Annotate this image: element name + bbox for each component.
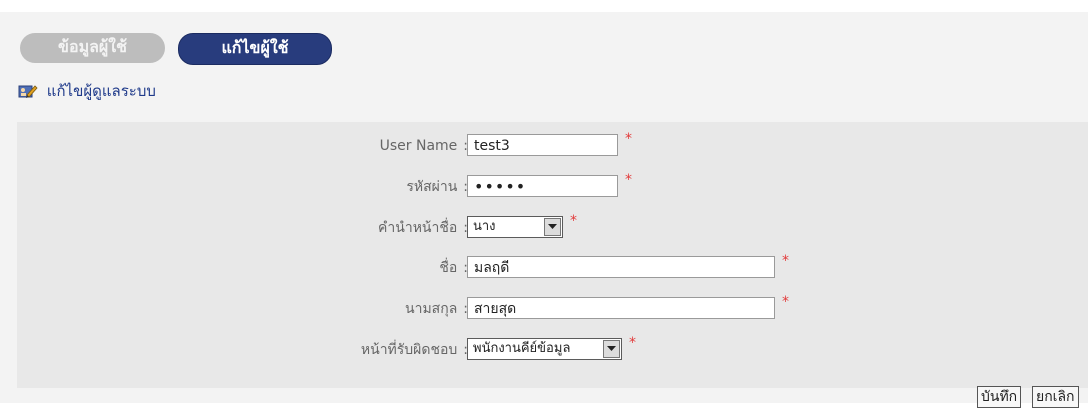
role-label: หน้าที่รับผิดชอบ:	[360, 342, 468, 358]
section-title-text: แก้ไขผู้ดูแลระบบ	[46, 82, 156, 100]
first-name-input[interactable]: มลฤดี	[467, 256, 775, 278]
prefix-select-value: นาง	[473, 219, 496, 234]
last-name-input[interactable]: สายสุด	[467, 297, 775, 319]
main-panel: ข้อมูลผู้ใช้ แก้ไขผู้ใช้ แก้ไขผู้ดูแลระบ…	[0, 12, 1088, 403]
last-name-label: นามสกุล:	[405, 301, 468, 317]
row-last-name: นามสกุล: สายสุด *	[17, 294, 1088, 321]
required-mark: *	[625, 172, 632, 188]
edit-user-form: User Name: test3 * รหัสผ่าน: ••••• * คำน…	[17, 122, 1088, 388]
section-title: แก้ไขผู้ดูแลระบบ	[18, 81, 156, 101]
row-username: User Name: test3 *	[17, 131, 1088, 158]
first-name-label: ชื่อ:	[439, 260, 468, 276]
username-input[interactable]: test3	[467, 134, 618, 156]
row-first-name: ชื่อ: มลฤดี *	[17, 253, 1088, 280]
row-prefix: คำนำหน้าชื่อ: นาง *	[17, 213, 1088, 240]
tab-edit-user[interactable]: แก้ไขผู้ใช้	[178, 33, 332, 65]
chevron-down-icon[interactable]	[603, 340, 620, 358]
tab-user-info[interactable]: ข้อมูลผู้ใช้	[20, 33, 165, 63]
required-mark: *	[782, 253, 789, 269]
required-mark: *	[629, 335, 636, 351]
row-password: รหัสผ่าน: ••••• *	[17, 172, 1088, 199]
chevron-down-icon[interactable]	[544, 218, 561, 236]
prefix-select[interactable]: นาง	[467, 216, 563, 238]
save-button[interactable]: บันทึก	[977, 386, 1022, 408]
required-mark: *	[782, 294, 789, 310]
required-mark: *	[570, 213, 577, 229]
password-input[interactable]: •••••	[467, 175, 618, 197]
row-role: หน้าที่รับผิดชอบ: พนักงานคีย์ข้อมูล *	[17, 335, 1088, 362]
password-label: รหัสผ่าน:	[406, 179, 468, 195]
required-mark: *	[625, 131, 632, 147]
edit-user-icon	[18, 83, 38, 100]
role-select-value: พนักงานคีย์ข้อมูล	[473, 341, 571, 356]
cancel-button[interactable]: ยกเลิก	[1032, 386, 1079, 408]
top-strip	[0, 0, 1088, 12]
username-label: User Name:	[379, 138, 468, 154]
role-select[interactable]: พนักงานคีย์ข้อมูล	[467, 338, 622, 360]
prefix-label: คำนำหน้าชื่อ:	[378, 220, 468, 236]
